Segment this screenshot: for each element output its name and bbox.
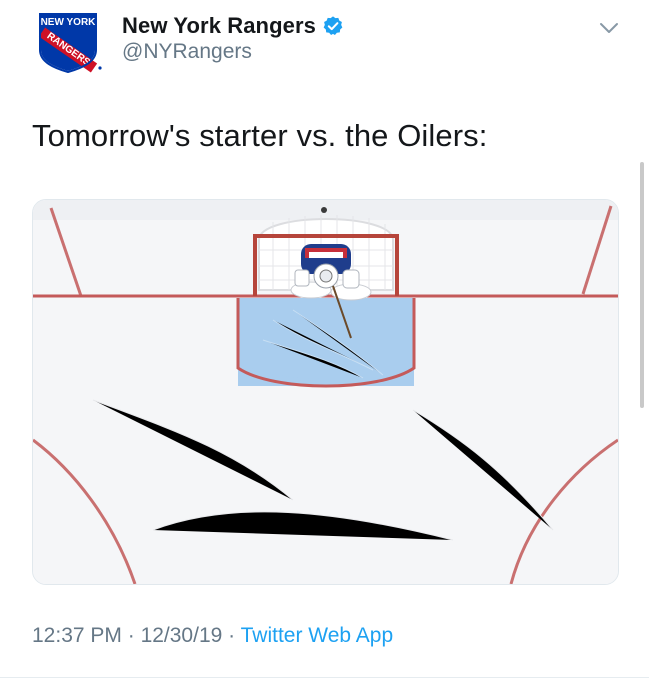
tweet[interactable]: NEW YORK RANGERS New York Rangers @NYRan… <box>0 0 649 680</box>
tweet-media-image[interactable] <box>32 199 619 585</box>
rangers-logo: NEW YORK RANGERS <box>38 13 102 74</box>
timestamp-date[interactable]: 12/30/19 <box>141 624 223 647</box>
scrollbar[interactable] <box>640 162 644 408</box>
display-name[interactable]: New York Rangers <box>122 13 316 39</box>
handle[interactable]: @NYRangers <box>122 40 252 64</box>
verified-badge-icon <box>322 15 344 37</box>
tweet-meta: 12:37 PM · 12/30/19 · Twitter Web App <box>32 624 393 648</box>
goalie-crease-photo <box>33 200 618 584</box>
svg-text:NEW YORK: NEW YORK <box>41 17 97 28</box>
tweet-text: Tomorrow's starter vs. the Oilers: <box>32 118 488 153</box>
divider <box>0 677 649 678</box>
separator: · <box>222 624 241 647</box>
source-link[interactable]: Twitter Web App <box>241 624 394 647</box>
chevron-down-icon[interactable] <box>598 20 620 36</box>
display-name-row[interactable]: New York Rangers <box>122 11 344 41</box>
separator: · <box>121 624 141 647</box>
avatar[interactable]: NEW YORK RANGERS <box>32 10 104 74</box>
timestamp-time[interactable]: 12:37 PM <box>32 624 122 647</box>
